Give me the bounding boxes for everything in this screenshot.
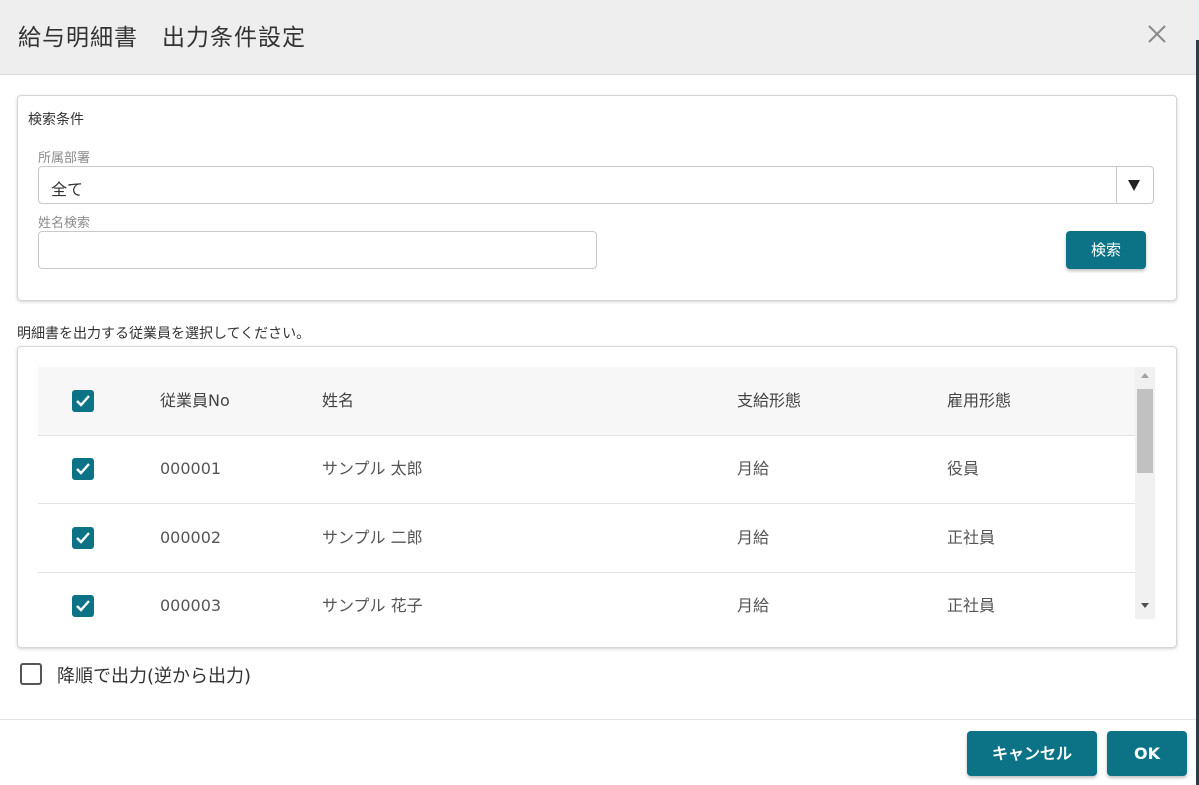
employment-type-cell: 役員	[947, 459, 980, 478]
name-search-input[interactable]	[38, 231, 597, 269]
output-settings-dialog: 給与明細書 出力条件設定 検索条件 所属部署 全て 姓名検索 検索 明細書を出力…	[0, 0, 1196, 785]
scrollbar-thumb[interactable]	[1137, 389, 1153, 473]
table-scrollbar[interactable]	[1135, 367, 1155, 619]
checkmark-icon	[76, 463, 90, 475]
search-conditions-panel: 検索条件 所属部署 全て 姓名検索 検索	[17, 95, 1177, 301]
pay-type-cell: 月給	[737, 528, 770, 547]
column-header-pay-type[interactable]: 支給形態	[737, 367, 801, 435]
employment-type-cell: 正社員	[947, 596, 996, 615]
column-header-employee-no[interactable]: 従業員No	[160, 367, 230, 435]
pay-type-cell: 月給	[737, 596, 770, 615]
employee-name-cell: サンプル 二郎	[322, 528, 423, 547]
descending-order-label[interactable]: 降順で出力(逆から出力)	[57, 662, 251, 688]
dialog-header: 給与明細書 出力条件設定	[0, 0, 1196, 75]
department-select-value: 全て	[51, 180, 84, 199]
employee-no-cell: 000003	[160, 596, 222, 615]
scroll-down-arrow-icon[interactable]	[1141, 603, 1149, 608]
department-select[interactable]: 全て	[38, 166, 1154, 204]
search-conditions-legend: 検索条件	[28, 112, 84, 128]
descending-order-checkbox[interactable]	[20, 663, 42, 685]
select-all-checkbox[interactable]	[72, 390, 94, 412]
search-button[interactable]: 検索	[1066, 231, 1146, 269]
employment-type-cell: 正社員	[947, 528, 996, 547]
employee-table-panel: 従業員No 姓名 支給形態 雇用形態 000001 サンプル 太郎 月給 役員 …	[17, 346, 1177, 648]
footer-divider	[0, 719, 1196, 720]
ok-button[interactable]: OK	[1107, 731, 1187, 776]
employee-select-instruction: 明細書を出力する従業員を選択してください。	[17, 326, 311, 342]
column-header-employment-type[interactable]: 雇用形態	[947, 367, 1011, 435]
cancel-button[interactable]: キャンセル	[967, 731, 1097, 776]
table-row[interactable]: 000002 サンプル 二郎 月給 正社員	[38, 504, 1135, 573]
employee-name-cell: サンプル 太郎	[322, 459, 423, 478]
employee-table: 従業員No 姓名 支給形態 雇用形態 000001 サンプル 太郎 月給 役員 …	[38, 367, 1135, 619]
department-label: 所属部署	[38, 151, 91, 166]
table-row[interactable]: 000001 サンプル 太郎 月給 役員	[38, 435, 1135, 504]
employee-name-cell: サンプル 花子	[322, 596, 423, 615]
checkmark-icon	[76, 532, 90, 544]
close-icon[interactable]	[1144, 21, 1170, 47]
dropdown-button[interactable]	[1116, 167, 1153, 203]
name-search-label: 姓名検索	[38, 216, 91, 231]
row-checkbox[interactable]	[72, 458, 94, 480]
row-checkbox[interactable]	[72, 527, 94, 549]
table-row[interactable]: 000003 サンプル 花子 月給 正社員	[38, 572, 1135, 619]
scroll-up-arrow-icon[interactable]	[1141, 373, 1149, 378]
row-checkbox[interactable]	[72, 595, 94, 617]
checkmark-icon	[76, 600, 90, 612]
dialog-title: 給与明細書 出力条件設定	[18, 25, 306, 51]
employee-no-cell: 000002	[160, 528, 222, 547]
table-header-row: 従業員No 姓名 支給形態 雇用形態	[38, 367, 1135, 436]
pay-type-cell: 月給	[737, 459, 770, 478]
triangle-down-icon	[1128, 180, 1140, 191]
employee-no-cell: 000001	[160, 459, 222, 478]
checkmark-icon	[76, 395, 90, 407]
column-header-name[interactable]: 姓名	[322, 367, 354, 435]
